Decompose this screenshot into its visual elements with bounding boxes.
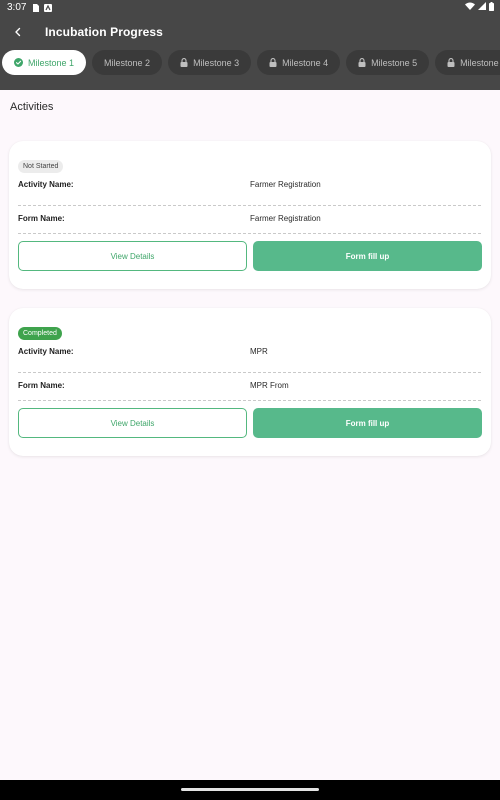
tab-label: Milestone 5 xyxy=(371,57,418,68)
signal-icon xyxy=(478,2,486,13)
activity-card: Not Started Activity Name: Farmer Regist… xyxy=(9,141,491,289)
notification-icon xyxy=(44,3,53,12)
app-bar: Incubation Progress Milestone 1 Mileston… xyxy=(0,15,500,90)
arrow-back-icon xyxy=(15,27,21,37)
form-name-label: Form Name: xyxy=(18,214,65,223)
tab-label: Milestone 2 xyxy=(104,57,151,68)
wifi-icon xyxy=(465,2,475,13)
activity-card: Completed Activity Name: MPR Form Name: … xyxy=(9,308,491,456)
lock-icon xyxy=(180,58,188,67)
tab-milestone-6[interactable]: Milestone 6 xyxy=(435,50,500,75)
status-badge: Not Started xyxy=(18,160,64,173)
milestone-tabs: Milestone 1 Milestone 2 Milestone 3 Mile… xyxy=(2,50,500,75)
activity-name-label: Activity Name: xyxy=(18,180,74,189)
status-time: 3:07 xyxy=(7,2,27,13)
view-details-button[interactable]: View Details xyxy=(18,241,247,271)
tab-milestone-1[interactable]: Milestone 1 xyxy=(2,50,87,75)
tab-milestone-2[interactable]: Milestone 2 xyxy=(92,50,163,75)
tab-label: Milestone 6 xyxy=(460,57,500,68)
tab-label: Milestone 4 xyxy=(282,57,329,68)
divider xyxy=(18,400,481,401)
form-name-value: MPR From xyxy=(250,381,289,390)
divider xyxy=(18,205,481,206)
lock-icon xyxy=(447,58,455,67)
home-gesture-handle[interactable] xyxy=(181,788,319,791)
divider xyxy=(18,233,481,234)
check-circle-icon xyxy=(14,58,23,67)
tab-milestone-5[interactable]: Milestone 5 xyxy=(346,50,430,75)
activity-name-label: Activity Name: xyxy=(18,347,74,356)
tab-milestone-3[interactable]: Milestone 3 xyxy=(168,50,252,75)
sim-card-icon xyxy=(32,3,40,12)
tab-label: Milestone 3 xyxy=(193,57,240,68)
section-title: Activities xyxy=(10,101,54,113)
activity-name-value: MPR xyxy=(250,347,268,356)
form-name-value: Farmer Registration xyxy=(250,214,321,223)
lock-icon xyxy=(358,58,366,67)
back-button[interactable] xyxy=(9,23,27,41)
system-navigation-bar xyxy=(0,780,500,800)
tab-milestone-4[interactable]: Milestone 4 xyxy=(257,50,341,75)
form-fill-up-button[interactable]: Form fill up xyxy=(253,408,482,438)
divider xyxy=(18,372,481,373)
form-fill-up-button[interactable]: Form fill up xyxy=(253,241,482,271)
form-name-label: Form Name: xyxy=(18,381,65,390)
battery-icon xyxy=(489,1,494,14)
lock-icon xyxy=(269,58,277,67)
tab-label: Milestone 1 xyxy=(28,57,75,68)
activity-name-value: Farmer Registration xyxy=(250,180,321,189)
page-title: Incubation Progress xyxy=(45,25,163,39)
view-details-button[interactable]: View Details xyxy=(18,408,247,438)
status-badge: Completed xyxy=(18,327,62,340)
status-bar: 3:07 xyxy=(0,0,500,15)
